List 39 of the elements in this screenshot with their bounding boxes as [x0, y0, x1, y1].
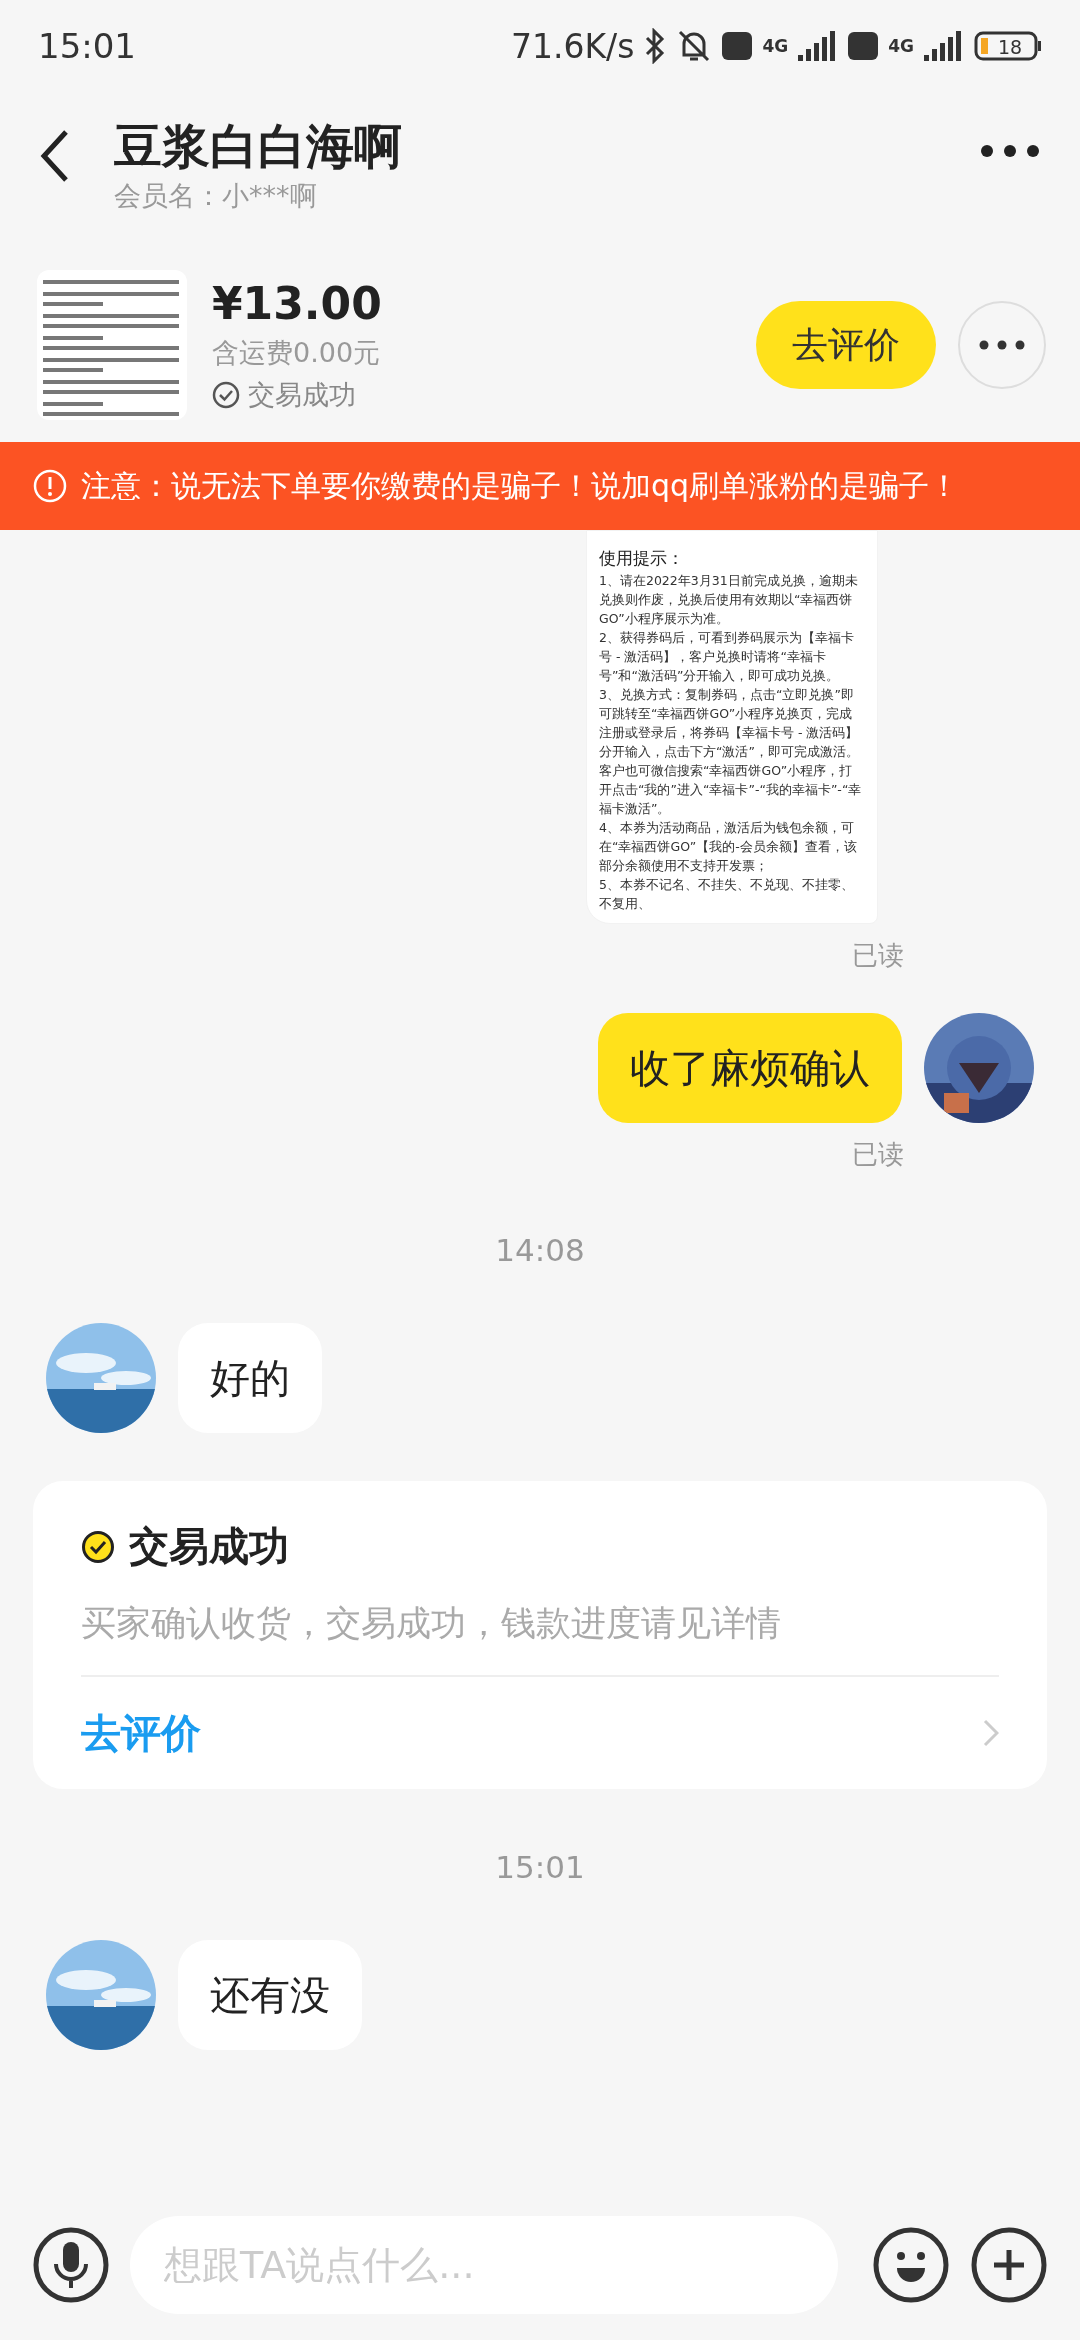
plus-icon[interactable]	[970, 2226, 1048, 2304]
clock: 15:01	[38, 26, 137, 66]
network-speed: 71.6K/s	[510, 26, 635, 66]
message-bubble: 好的	[178, 1323, 322, 1433]
more-icon[interactable]	[980, 144, 1040, 158]
card-title: 交易成功	[129, 1522, 289, 1571]
message-bubble: 收了麻烦确认	[598, 1013, 902, 1123]
read-receipt: 已读	[852, 939, 904, 972]
document-text: 5、本券不记名、不挂失、不兑现、不挂零、不复用、	[599, 876, 855, 913]
review-button[interactable]: 去评价	[756, 301, 936, 389]
document-text: 3、兑换方式：复制券码，点击“立即兑换”即可跳转至“幸福西饼GO”小程序兑换页，完成注册或登录后，将券码【幸福卡号 - 激活码】分开输入，点击下方“激活”，即可完成激活。客户也可微信搜索“幸福西饼GO”小程序，打开点击“我的”进入“幸福卡”-“我的幸福卡”-“幸福卡激活”。	[599, 686, 863, 818]
back-icon[interactable]	[40, 128, 70, 184]
message-bubble: 还有没	[178, 1940, 362, 2050]
price: ¥13.00	[212, 277, 383, 329]
chat-title: 豆浆白白海啊	[114, 117, 403, 176]
alert-icon	[33, 469, 67, 503]
network-type: 4G	[762, 36, 789, 56]
bluetooth-icon	[644, 28, 667, 64]
chevron-right-icon	[983, 1719, 999, 1747]
document-text: 1、请在2022年3月31日前完成兑换，逾期未兑换则作废，兑换后使用有效期以“幸福西饼GO”小程序展示为准。	[599, 572, 859, 628]
document-image[interactable]	[586, 530, 878, 924]
order-status: 交易成功	[248, 377, 356, 412]
network-type: 4G	[888, 36, 914, 56]
microphone-icon[interactable]	[32, 2226, 110, 2304]
document-text: 2、获得券码后，可看到券码展示为【幸福卡号 - 激活码】，客户兑换时请将“幸福卡号”和“激活码”分开输入，即可成功兑换。	[599, 629, 855, 685]
timestamp: 14:08	[495, 1232, 585, 1268]
document-text: 4、本券为活动商品，激活后为钱包余额，可在“幸福西饼GO”【我的-会员余额】查看，该部分余额使用不支持开发票；	[599, 819, 858, 875]
check-circle-icon	[81, 1529, 115, 1564]
check-circle-icon	[212, 380, 240, 409]
emoji-icon[interactable]	[872, 2226, 950, 2304]
signal-icon	[924, 31, 964, 61]
more-icon	[979, 340, 1025, 350]
document-heading: 使用提示：	[599, 547, 685, 570]
warning-text: 注意：说无法下单要你缴费的是骗子！说加qq刷单涨粉的是骗子！	[81, 466, 960, 505]
card-description: 买家确认收货，交易成功，钱款进度请见详情	[81, 1600, 999, 1677]
shipping-fee: 含运费0.00元	[212, 335, 382, 370]
member-name: 会员名：小***啊	[114, 179, 318, 213]
timestamp: 15:01	[495, 1849, 585, 1885]
read-receipt: 已读	[852, 1138, 904, 1171]
